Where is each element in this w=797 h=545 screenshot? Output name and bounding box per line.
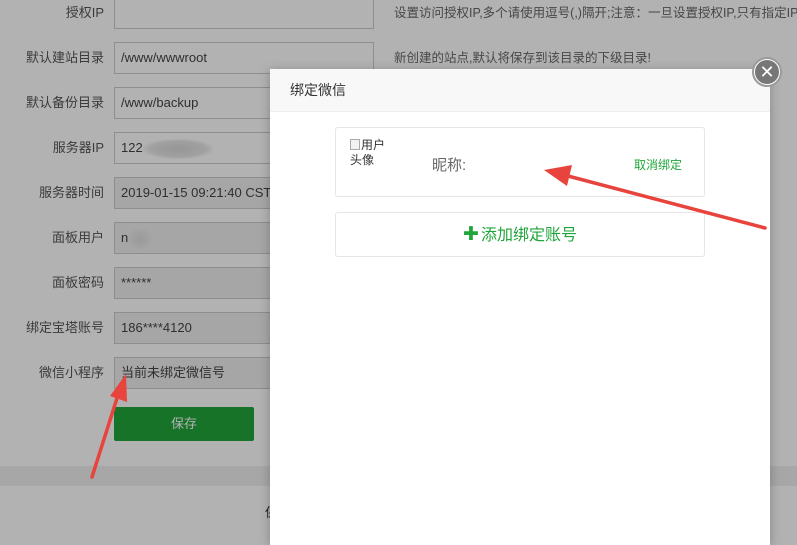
broken-image-icon xyxy=(350,139,360,150)
plus-icon: ✚ xyxy=(463,224,479,245)
close-button[interactable]: ✕ xyxy=(752,57,782,87)
close-icon: ✕ xyxy=(755,60,779,84)
modal-title: 绑定微信 xyxy=(270,69,770,112)
add-bind-account-label: 添加绑定账号 xyxy=(480,227,577,244)
bind-wechat-modal: 绑定微信 用户 头像 昵称: 取消绑定 ✚ 添加绑定账号 xyxy=(270,69,770,545)
unbind-link[interactable]: 取消绑定 xyxy=(634,156,682,173)
bound-account-card: 用户 头像 昵称: 取消绑定 xyxy=(335,127,705,197)
nickname-label: 昵称: xyxy=(432,157,467,174)
avatar-alt-line1: 用户 xyxy=(361,138,386,152)
add-bind-account-button[interactable]: ✚ 添加绑定账号 xyxy=(335,212,705,257)
user-avatar: 用户 头像 xyxy=(350,138,398,174)
avatar-alt-line2: 头像 xyxy=(350,153,375,167)
